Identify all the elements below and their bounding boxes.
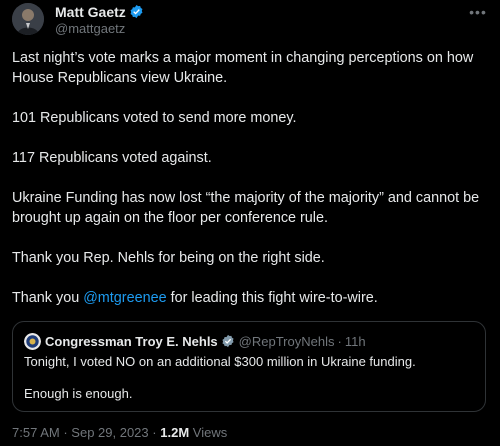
tweet-paragraph: Thank you Rep. Nehls for being on the ri…	[12, 250, 325, 266]
tweet-time[interactable]: 7:57 AM	[12, 425, 60, 440]
quoted-tweet-time: 11h	[344, 333, 366, 349]
separator-dot: ·	[337, 333, 342, 349]
mention-link[interactable]: @mtgreenee	[83, 290, 166, 306]
tweet-text-prefix: Thank you	[12, 290, 84, 306]
tweet-paragraph: 101 Republicans voted to send more money…	[12, 110, 297, 126]
quoted-author-handle: @RepTroyNehls	[238, 333, 335, 349]
separator-dot: ·	[152, 425, 157, 440]
quoted-tweet-line: Enough is enough.	[24, 386, 133, 401]
tweet-paragraph-last: Thank you @mtgreenee for leading this fi…	[12, 288, 492, 308]
quoted-tweet-header: Congressman Troy E. Nehls @RepTroyNehls …	[24, 332, 366, 350]
tweet-paragraph: 117 Republicans voted against.	[12, 150, 212, 166]
tweet: Matt Gaetz @mattgaetz ••• Last night’s v…	[0, 0, 500, 446]
author-avatar[interactable]	[12, 3, 44, 35]
tweet-text-suffix: for leading this fight wire-to-wire.	[166, 290, 378, 306]
tweet-paragraph: Ukraine Funding has now lost “the majori…	[12, 190, 480, 226]
separator-dot: ·	[63, 425, 68, 440]
tweet-text: Last night’s vote marks a major moment i…	[12, 48, 492, 308]
author-info: Matt Gaetz @mattgaetz	[55, 3, 144, 36]
author-handle[interactable]: @mattgaetz	[55, 21, 144, 36]
quoted-tweet-line: Tonight, I voted NO on an additional $30…	[24, 354, 416, 369]
views-count: 1.2M	[160, 425, 190, 440]
tweet-header: Matt Gaetz @mattgaetz •••	[12, 3, 488, 36]
tweet-paragraph: Last night’s vote marks a major moment i…	[12, 50, 474, 86]
quoted-author-avatar	[24, 332, 41, 350]
verified-badge-icon	[221, 334, 235, 348]
quoted-tweet[interactable]: Congressman Troy E. Nehls @RepTroyNehls …	[12, 321, 486, 412]
quoted-tweet-text: Tonight, I voted NO on an additional $30…	[24, 353, 474, 402]
author-display-name[interactable]: Matt Gaetz	[55, 4, 126, 20]
tweet-footer: 7:57 AM · Sep 29, 2023 · 1.2M Views	[12, 425, 227, 440]
tweet-date[interactable]: Sep 29, 2023	[71, 425, 148, 440]
verified-badge-icon	[129, 4, 144, 19]
quoted-author-name: Congressman Troy E. Nehls	[45, 333, 218, 349]
views-label: Views	[192, 425, 228, 440]
more-options-icon[interactable]: •••	[468, 3, 488, 21]
